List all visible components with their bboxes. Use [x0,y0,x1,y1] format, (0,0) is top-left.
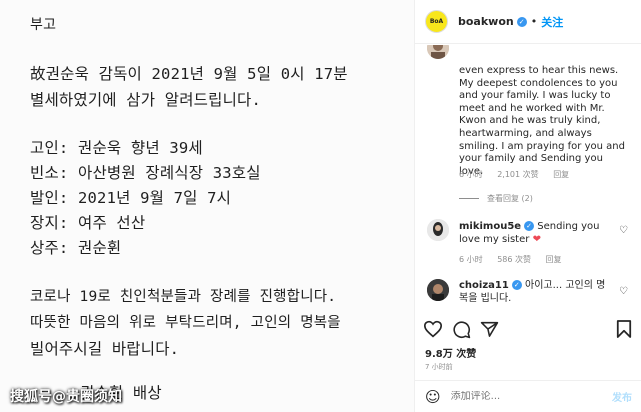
username[interactable]: boakwon [458,15,514,28]
comment-likes[interactable]: 586 次赞 [497,255,531,264]
notice-line: 별세하였기에 삼가 알려드립니다. [30,91,262,109]
post-sidebar: BoA boakwon ✓ • 关注 even express to hear … [414,0,641,412]
share-plane-icon[interactable] [480,320,499,338]
notice-line: 발인: 2021년 9월 7일 7시 [30,189,232,207]
profile-avatar[interactable]: BoA [425,10,448,33]
save-bookmark-icon[interactable] [616,319,632,339]
comment-body: mikimou5e ✓ Sending you love my sister ❤ [459,221,609,246]
comment-input[interactable] [450,391,612,402]
likes-count[interactable]: 9.8万 次赞 [425,345,476,360]
verified-badge-icon: ✓ [524,221,535,231]
like-comment-icon[interactable]: ♡ [619,225,628,236]
comment-list[interactable]: even express to hear this news. My deepe… [415,45,641,310]
comment-meta: 6 小时 2,101 次赞 回复 [459,169,581,180]
replies-line [459,198,479,199]
post-comment-button[interactable]: 发布 [612,389,632,404]
verified-badge-icon: ✓ [516,16,527,27]
verified-badge-icon: ✓ [511,280,522,290]
notice-line: 코로나 19로 친인척분들과 장례를 진행합니다. [30,289,337,305]
comment-composer: ☺ 发布 [415,380,641,412]
notice-line: 고인: 권순욱 향년 39세 [30,139,203,157]
view-replies-label: 查看回复 (2) [487,194,533,203]
red-heart-emoji: ❤ [532,233,541,245]
reply-button[interactable]: 回复 [553,170,569,179]
post-image[interactable]: 부고 故권순욱 감독이 2021년 9월 5일 0시 17분 별세하였기에 삼가… [0,0,414,412]
avatar-photo-icon [427,45,449,59]
comment-username[interactable]: mikimou5e [459,221,521,232]
commenter-avatar[interactable] [427,45,449,59]
notice-line: 따뜻한 마음의 위로 부탁드리며, 고인의 명복을 [30,315,341,331]
post-time: 7 小时前 [425,363,453,371]
comment-meta: 6 小时 586 次赞 回复 [459,254,574,265]
separator-dot: • [530,15,538,28]
notice-line: 장지: 여주 선산 [30,214,146,232]
watermark: 搜狐号@贵圈须知 [10,389,122,405]
notice-title: 부고 [30,17,57,33]
comment-likes[interactable]: 2,101 次赞 [497,170,538,179]
commenter-avatar[interactable] [427,219,449,241]
comment-time: 6 小时 [459,255,483,264]
like-comment-icon[interactable]: ♡ [619,286,628,297]
view-replies[interactable]: 查看回复 (2) [459,193,545,204]
like-heart-icon[interactable] [423,320,443,338]
avatar-photo-icon [427,219,449,241]
emoji-icon[interactable]: ☺ [425,388,441,406]
comment-body: choiza11 ✓ 아이고... 고인의 명복을 빕니다. [459,280,609,305]
commenter-avatar[interactable] [427,279,449,301]
notice-line: 빌어주시길 바랍니다. [30,340,180,358]
notice-line: 故권순욱 감독이 2021년 9월 5일 0시 17분 [30,65,348,83]
avatar-photo-icon [427,279,449,301]
post-header: BoA boakwon ✓ • 关注 [415,0,641,44]
comment-text: even express to hear this news. My deepe… [459,65,625,177]
reply-button[interactable]: 回复 [546,255,562,264]
comment-bubble-icon[interactable] [452,320,471,339]
comment-username[interactable]: choiza11 [459,280,509,291]
follow-button[interactable]: 关注 [541,14,563,30]
comment-time: 6 小时 [459,170,483,179]
notice-line: 빈소: 아산병원 장례식장 33호실 [30,164,261,182]
notice-line: 상주: 권순휜 [30,239,122,257]
action-bar [415,318,641,342]
